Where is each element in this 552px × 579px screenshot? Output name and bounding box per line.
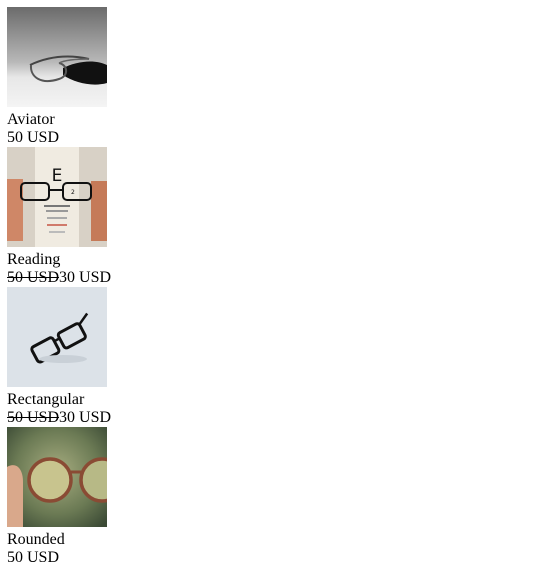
rectangular-glasses-photo-icon — [7, 287, 107, 387]
current-price: 30 USD — [59, 409, 112, 426]
price: 50 USD — [7, 129, 117, 147]
aviator-glasses-photo-icon — [7, 7, 107, 107]
product-image-reading[interactable]: E 2 — [7, 147, 107, 247]
product-name[interactable]: Rectangular — [7, 391, 117, 409]
rounded-glasses-photo-icon — [7, 427, 107, 527]
current-price: 50 USD — [7, 129, 60, 146]
product-card-rectangular[interactable]: Rectangular 50 USD30 USD — [7, 287, 117, 427]
original-price: 50 USD — [7, 269, 60, 286]
product-card-reading[interactable]: E 2 Reading 50 USD30 USD — [7, 147, 117, 287]
reading-glasses-eye-chart-photo-icon: E 2 — [7, 147, 107, 247]
product-image-aviator[interactable] — [7, 7, 107, 107]
product-list: Aviator 50 USD E 2 Reading 50 USD30 USD … — [7, 7, 117, 567]
product-image-rectangular[interactable] — [7, 287, 107, 387]
svg-text:E: E — [52, 166, 63, 186]
original-price: 50 USD — [7, 409, 60, 426]
svg-text:2: 2 — [71, 189, 75, 196]
price: 50 USD — [7, 549, 117, 567]
current-price: 30 USD — [59, 269, 112, 286]
product-card-aviator[interactable]: Aviator 50 USD — [7, 7, 117, 147]
product-card-rounded[interactable]: Rounded 50 USD — [7, 427, 117, 567]
product-name[interactable]: Reading — [7, 251, 117, 269]
product-name[interactable]: Aviator — [7, 111, 117, 129]
product-image-rounded[interactable] — [7, 427, 107, 527]
product-name[interactable]: Rounded — [7, 531, 117, 549]
price: 50 USD30 USD — [7, 269, 117, 287]
current-price: 50 USD — [7, 549, 60, 566]
price: 50 USD30 USD — [7, 409, 117, 427]
